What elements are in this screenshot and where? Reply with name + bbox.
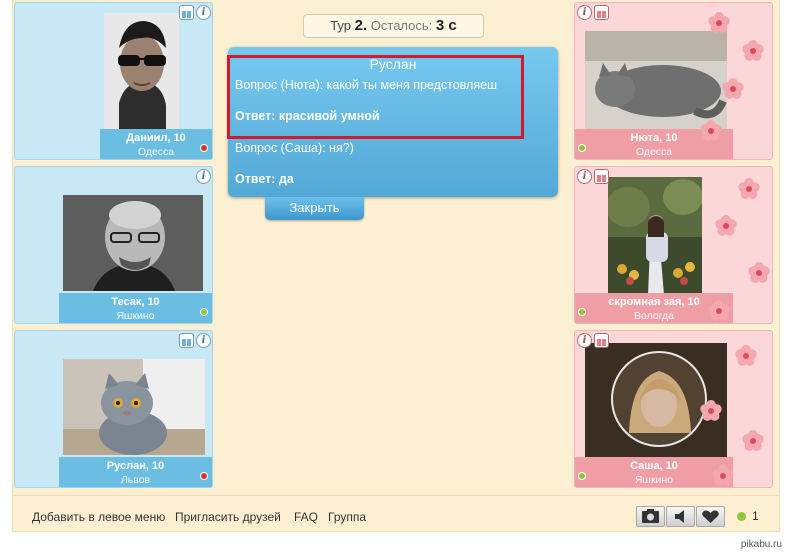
player-caption: Саша, 10 Яшкино (575, 457, 733, 487)
game-stage: i Даниил, 10 Одесса i Тесак, 10 Яшкино i… (0, 0, 786, 552)
player-name: Даниил, 10 (126, 132, 186, 144)
gift-icon[interactable] (594, 5, 609, 20)
status-indicator (200, 472, 208, 480)
camera-button[interactable] (636, 506, 665, 527)
status-indicator (578, 308, 586, 316)
player-photo[interactable] (585, 31, 727, 129)
group-link[interactable]: Группа (328, 510, 366, 524)
heart-icon (702, 510, 719, 523)
gift-icon[interactable] (179, 333, 194, 348)
invite-friends-link[interactable]: Пригласить друзей (175, 510, 281, 524)
player-card-left-3[interactable]: i Руслан, 10 Львов (14, 330, 213, 488)
status-indicator (200, 144, 208, 152)
status-indicator (578, 144, 586, 152)
info-icon[interactable]: i (196, 333, 211, 348)
faq-link[interactable]: FAQ (294, 510, 318, 524)
info-icon[interactable]: i (196, 5, 211, 20)
sound-button[interactable] (666, 506, 695, 527)
player-photo[interactable] (608, 177, 702, 295)
info-icon[interactable]: i (196, 169, 211, 184)
info-icon[interactable]: i (577, 169, 592, 184)
highlight-box (227, 55, 524, 139)
player-name: Тесак, 10 (111, 296, 160, 308)
player-photo[interactable] (63, 195, 203, 291)
round-number: 2. (354, 17, 368, 34)
player-caption: Тесак, 10 Яшкино (59, 293, 212, 323)
player-city: Одесса (635, 146, 673, 158)
player-city: Яшкино (116, 310, 155, 322)
round-indicator: Тур 2. Осталось: 3 с (303, 14, 484, 38)
question-2: Вопрос (Саша): ня?) (235, 141, 354, 155)
add-to-menu-link[interactable]: Добавить в левое меню (32, 510, 165, 524)
info-icon[interactable]: i (577, 333, 592, 348)
player-card-left-2[interactable]: i Тесак, 10 Яшкино (14, 166, 213, 324)
watermark: pikabu.ru (740, 539, 782, 550)
status-indicator (200, 308, 208, 316)
gift-icon[interactable] (594, 333, 609, 348)
round-label: Тур (330, 18, 352, 33)
footer: Добавить в левое меню Пригласить друзей … (12, 495, 780, 533)
info-icon[interactable]: i (577, 5, 592, 20)
remaining-time: 3 с (435, 17, 457, 34)
gift-icon[interactable] (594, 169, 609, 184)
camera-icon (642, 509, 659, 523)
status-indicator (578, 472, 586, 480)
player-city: Львов (120, 474, 151, 486)
player-name: Руслан, 10 (106, 460, 165, 472)
player-city: Одесса (137, 146, 175, 158)
speaker-icon (675, 510, 684, 523)
player-photo[interactable] (63, 359, 205, 455)
answer-2: Ответ: да (235, 172, 294, 186)
player-caption: Даниил, 10 Одесса (100, 129, 212, 159)
player-card-left-1[interactable]: i Даниил, 10 Одесса (14, 2, 213, 160)
online-indicator (737, 512, 746, 521)
favorite-button[interactable] (696, 506, 725, 527)
online-count: 1 (752, 509, 759, 523)
player-city: Яшкино (634, 474, 674, 486)
gift-icon[interactable] (179, 5, 194, 20)
player-caption: Руслан, 10 Львов (59, 457, 212, 487)
remaining-label: Осталось: (370, 18, 433, 33)
close-button[interactable]: Закрыть (265, 197, 364, 220)
player-name: Саша, 10 (630, 460, 678, 472)
player-photo[interactable] (104, 13, 179, 131)
